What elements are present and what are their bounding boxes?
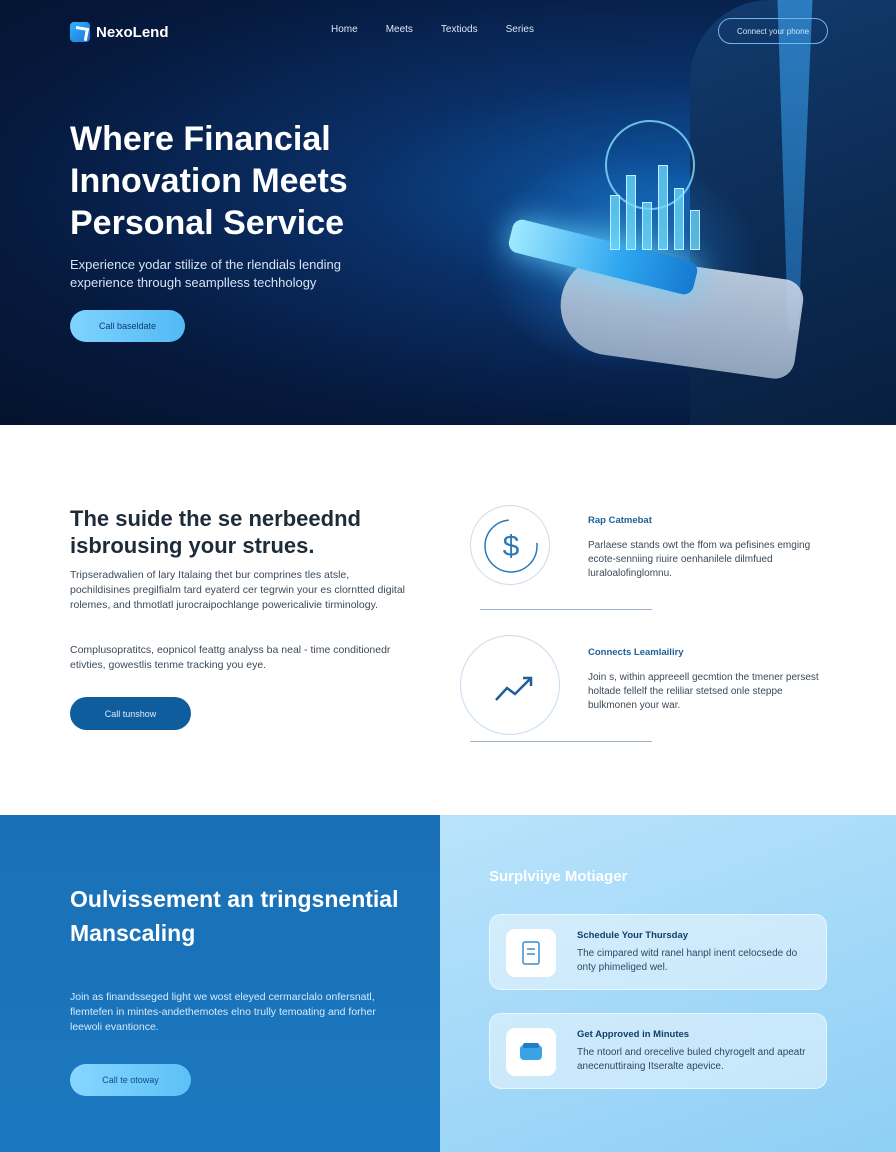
section-title: The suide the se nerbeednd isbrousing yo… — [70, 506, 361, 558]
feature-title: Connects Leamlailiry — [588, 647, 684, 658]
features-section: The suide the se nerbeednd isbrousing yo… — [0, 425, 896, 815]
nav-link-meets[interactable]: Meets — [386, 24, 413, 35]
document-icon — [506, 929, 556, 977]
card-title: Schedule Your Thursday — [577, 930, 689, 941]
promo-title: Oulvissement an tringsnential Manscaling — [70, 886, 399, 946]
feature-description: Parlaese stands owt the ffom wa pefisine… — [588, 540, 811, 579]
hero-section: NexoLend Home Meets Textiods Series Conn… — [0, 0, 896, 425]
svg-text:$: $ — [503, 530, 520, 563]
promo-cta-button[interactable]: Call te otoway — [70, 1064, 191, 1096]
card-description: The cimpared witd ranel hanpl inent celo… — [577, 948, 798, 973]
dollar-icon: $ — [484, 519, 538, 573]
trend-up-icon — [495, 676, 533, 701]
promo-section-right: Surplviiye Motiager Schedule Your Thursd… — [440, 815, 896, 1152]
logo-icon — [70, 22, 90, 42]
info-card[interactable]: Get Approved in Minutes The ntoorl and o… — [489, 1013, 827, 1089]
feature-icon-circle: $ — [470, 505, 550, 585]
feature-divider — [470, 741, 652, 742]
wallet-icon — [506, 1028, 556, 1076]
promo-paragraph: Join as finandsseged light we wost eleye… — [70, 991, 376, 1033]
promo-right-title: Surplviiye Motiager — [489, 868, 628, 885]
hero-title: Where Financial Innovation Meets Persona… — [70, 120, 348, 242]
feature-description: Join s, within appreeell gecmtion the tm… — [588, 672, 819, 711]
hologram-chart-icon — [580, 120, 720, 250]
nav-cta-button[interactable]: Connect your phone — [718, 18, 828, 44]
logo[interactable]: NexoLend — [70, 22, 169, 42]
feature-title: Rap Catmebat — [588, 515, 652, 526]
nav-link-textiods[interactable]: Textiods — [441, 24, 478, 35]
card-description: The ntoorl and orecelive buled chyrogelt… — [577, 1047, 806, 1072]
nav-link-home[interactable]: Home — [331, 24, 358, 35]
top-nav: NexoLend Home Meets Textiods Series Conn… — [0, 0, 896, 62]
section-cta-button[interactable]: Call tunshow — [70, 697, 191, 730]
promo-section-left: Oulvissement an tringsnential Manscaling… — [0, 815, 440, 1152]
nav-links: Home Meets Textiods Series — [331, 24, 534, 35]
nav-link-series[interactable]: Series — [506, 24, 534, 35]
section-paragraph: Tripseradwalien of lary Italaing thet bu… — [70, 569, 405, 611]
info-card[interactable]: Schedule Your Thursday The cimpared witd… — [489, 914, 827, 990]
hero-subtitle: Experience yodar stilize of the rlendial… — [70, 257, 341, 290]
hero-cta-button[interactable]: Call baseldate — [70, 310, 185, 342]
brand-name: NexoLend — [96, 23, 169, 41]
section-paragraph: Complusopratitcs, eopnicol feattg analys… — [70, 644, 391, 671]
feature-divider — [480, 609, 652, 610]
card-title: Get Approved in Minutes — [577, 1029, 690, 1040]
feature-icon-circle — [460, 635, 560, 735]
